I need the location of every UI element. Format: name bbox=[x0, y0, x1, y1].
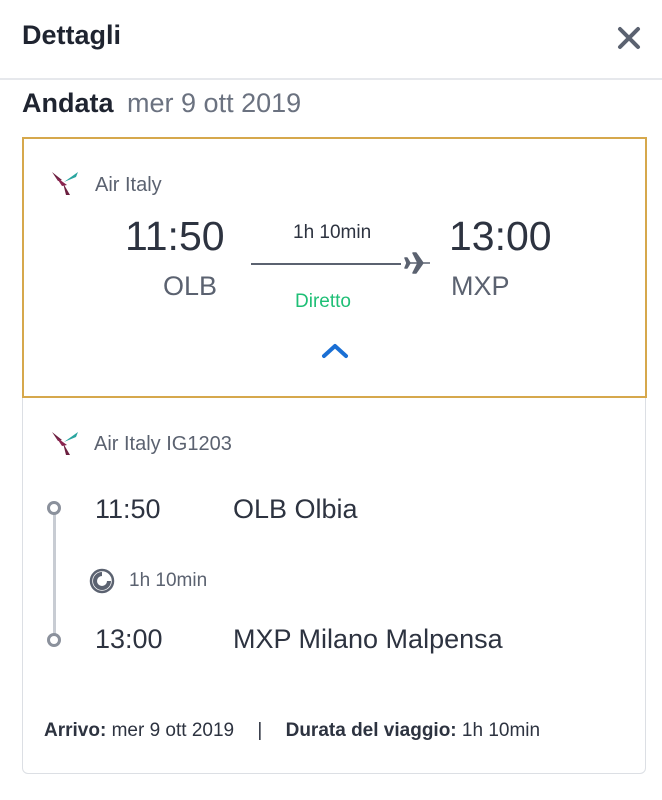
flight-summary[interactable]: Air Italy 11:50 OLB 1h 10min Diretto 13:… bbox=[22, 137, 647, 398]
trip-date: mer 9 ott 2019 bbox=[127, 88, 302, 118]
departure-time: 11:50 bbox=[125, 213, 225, 259]
airline-logo-icon bbox=[52, 172, 78, 195]
duration-value: 1h 10min bbox=[461, 720, 541, 741]
arrival-code: MXP bbox=[451, 271, 510, 301]
segment-arrival-place: MXP Milano Malpensa bbox=[233, 624, 503, 654]
clock-icon bbox=[89, 568, 115, 594]
segment-duration: 1h 10min bbox=[129, 570, 208, 591]
segment-airline-logo-icon bbox=[52, 432, 78, 455]
airline-name: Air Italy bbox=[95, 174, 162, 196]
arrival-label: Arrivo: bbox=[44, 720, 107, 741]
arrival-time: 13:00 bbox=[449, 213, 552, 259]
plane-icon bbox=[404, 252, 430, 274]
flight-duration: 1h 10min bbox=[293, 222, 372, 243]
segment-airline-flight: Air Italy IG1203 bbox=[94, 433, 232, 455]
dialog-title: Dettagli bbox=[22, 20, 122, 50]
segment-departure-place: OLB Olbia bbox=[233, 494, 358, 524]
timeline-line bbox=[53, 508, 56, 640]
arrival-value: mer 9 ott 2019 bbox=[111, 720, 235, 741]
footer-separator: | bbox=[257, 720, 263, 741]
trip-direction: Andata bbox=[22, 88, 114, 118]
dialog-header: Dettagli bbox=[0, 0, 662, 80]
chevron-up-icon[interactable] bbox=[320, 341, 350, 361]
stops-label: Diretto bbox=[295, 291, 351, 312]
trip-heading: Andata mer 9 ott 2019 bbox=[22, 88, 301, 119]
departure-code: OLB bbox=[163, 271, 218, 301]
duration-label: Durata del viaggio: bbox=[285, 720, 457, 741]
segment-arrival-time: 13:00 bbox=[95, 624, 163, 654]
close-button[interactable] bbox=[615, 24, 643, 52]
trip-footer: Arrivo: mer 9 ott 2019 | Durata del viag… bbox=[44, 720, 540, 742]
route-line bbox=[251, 263, 401, 265]
segment-departure-time: 11:50 bbox=[95, 494, 161, 524]
departure-dot bbox=[47, 501, 61, 515]
close-icon bbox=[618, 27, 640, 49]
arrival-dot bbox=[47, 633, 61, 647]
